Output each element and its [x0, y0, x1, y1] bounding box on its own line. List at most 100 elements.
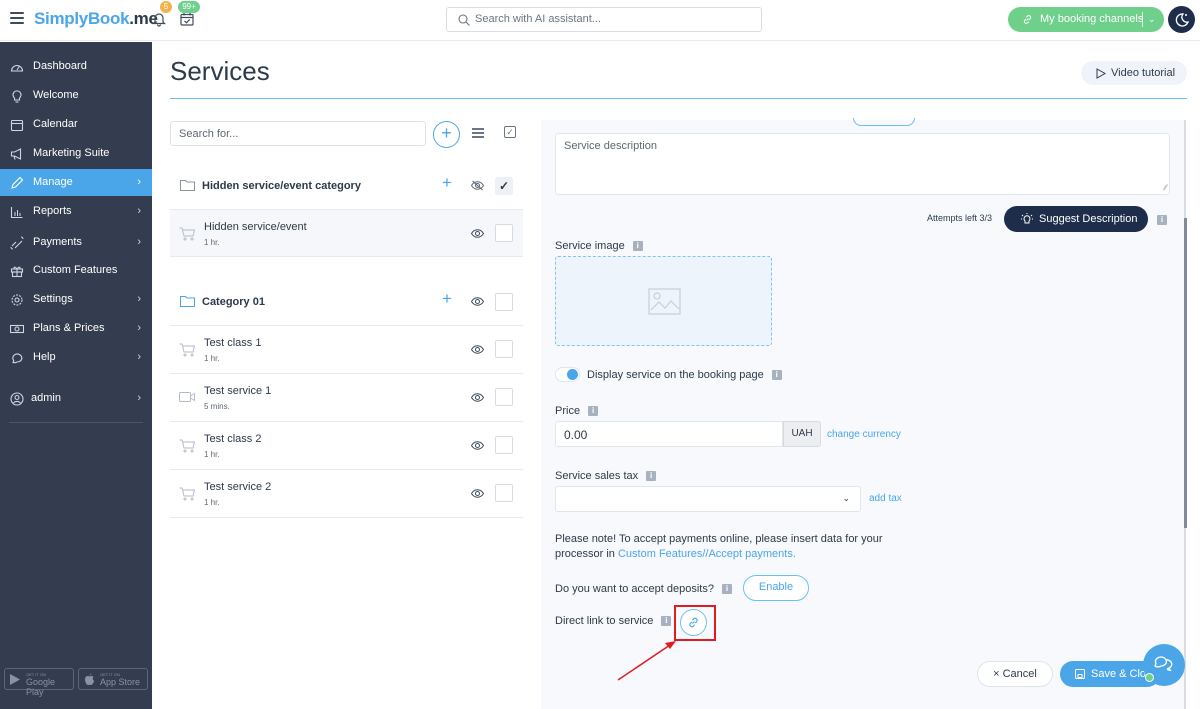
eye-icon[interactable]: [471, 297, 484, 306]
hamburger-menu-icon[interactable]: [10, 12, 24, 24]
dark-mode-toggle[interactable]: [1168, 6, 1195, 33]
live-chat-button[interactable]: [1143, 644, 1185, 686]
category-row[interactable]: Category 01 +: [170, 282, 523, 322]
attempts-left-text: Attempts left 3/3: [927, 213, 993, 223]
sidebar-item-manage[interactable]: Manage ›: [0, 169, 152, 196]
add-to-category-button[interactable]: +: [442, 173, 452, 193]
service-checkbox[interactable]: [495, 436, 513, 454]
sidebar-item-plans-prices[interactable]: Plans & Prices ›: [0, 315, 152, 342]
lightbulb-icon: [12, 90, 22, 103]
chevron-right-icon: ›: [137, 293, 141, 305]
sidebar-item-dashboard[interactable]: Dashboard: [0, 53, 152, 80]
eye-icon[interactable]: [471, 393, 484, 402]
service-row[interactable]: Test service 2 1 hr.: [170, 470, 523, 518]
info-icon[interactable]: i: [588, 406, 599, 417]
info-icon[interactable]: i: [646, 471, 657, 482]
sidebar-item-welcome[interactable]: Welcome: [0, 82, 152, 109]
lightbulb-icon: [1021, 213, 1033, 224]
sidebar-item-marketing-suite[interactable]: Marketing Suite: [0, 140, 152, 167]
accept-payments-link[interactable]: Custom Features//Accept payments.: [618, 548, 796, 560]
chevron-right-icon: ›: [137, 322, 141, 334]
pencil-icon: [11, 176, 24, 189]
service-image-dropzone[interactable]: [555, 256, 772, 346]
video-tutorial-button[interactable]: Video tutorial: [1081, 61, 1187, 85]
display-toggle-label: Display service on the booking page i: [587, 369, 782, 381]
calendar-icon: [10, 119, 24, 132]
service-image-label: Service image i: [555, 240, 643, 252]
service-checkbox[interactable]: [495, 388, 513, 406]
search-icon: [458, 14, 470, 26]
display-on-booking-page-toggle[interactable]: [555, 367, 580, 382]
category-row[interactable]: Hidden service/event category + ✓: [170, 166, 523, 206]
ai-search-input[interactable]: Search with AI assistant...: [446, 7, 762, 32]
eye-icon[interactable]: [471, 229, 484, 238]
service-row[interactable]: Test class 2 1 hr.: [170, 422, 523, 470]
close-icon: ×: [993, 668, 1003, 680]
play-icon: [10, 674, 20, 685]
bookings-badge: 99+: [178, 1, 200, 13]
sales-tax-label: Service sales tax i: [555, 470, 657, 482]
video-camera-icon: [179, 392, 195, 402]
gift-icon: [10, 266, 24, 278]
service-row[interactable]: Test class 1 1 hr.: [170, 326, 523, 374]
bell-icon[interactable]: [151, 11, 167, 27]
google-play-badge[interactable]: GET IT ON Google Play: [4, 668, 74, 697]
select-all-icon[interactable]: ✓: [504, 126, 516, 138]
collapsed-button-edge[interactable]: [853, 118, 915, 126]
info-icon[interactable]: i: [771, 370, 782, 381]
page-title: Services: [170, 56, 270, 86]
service-search-input[interactable]: Search for...: [170, 121, 426, 146]
sidebar-item-help[interactable]: Help ›: [0, 344, 152, 371]
scrollbar-thumb[interactable]: [1184, 218, 1187, 528]
cart-icon: [179, 439, 195, 453]
top-bar: SimplyBook.me 5 99+ Search with AI assis…: [0, 0, 1200, 41]
sidebar-item-calendar[interactable]: Calendar: [0, 111, 152, 138]
service-checkbox[interactable]: [495, 340, 513, 358]
add-service-button[interactable]: +: [433, 121, 460, 148]
enable-deposits-button[interactable]: Enable: [743, 575, 809, 601]
app-store-badge[interactable]: GET IT ON App Store: [78, 668, 148, 690]
service-checkbox[interactable]: [495, 484, 513, 502]
eye-icon[interactable]: [471, 345, 484, 354]
add-to-category-button[interactable]: +: [442, 289, 452, 309]
sidebar-item-reports[interactable]: Reports ›: [0, 198, 152, 225]
info-icon[interactable]: i: [1157, 215, 1167, 225]
service-description-textarea[interactable]: Service description ∕∕: [555, 133, 1170, 195]
eye-off-icon[interactable]: [471, 180, 484, 191]
payments-note: Please note! To accept payments online, …: [555, 533, 883, 560]
booking-channels-button[interactable]: My booking channels ⌄: [1008, 7, 1164, 32]
chevron-right-icon: ›: [137, 392, 141, 404]
list-view-icon[interactable]: [472, 128, 484, 138]
suggest-description-button[interactable]: Suggest Description: [1004, 206, 1148, 232]
add-tax-link[interactable]: add tax: [869, 493, 902, 504]
logo[interactable]: SimplyBook.me: [34, 9, 158, 29]
moon-icon: [1175, 13, 1190, 27]
service-row[interactable]: Test service 1 5 mins.: [170, 374, 523, 422]
bookings-calendar-icon[interactable]: [180, 12, 194, 26]
sidebar-item-payments[interactable]: Payments ›: [0, 229, 152, 256]
category-checkbox[interactable]: ✓: [495, 177, 513, 195]
folder-icon: [180, 296, 195, 307]
dashboard-icon: [10, 65, 24, 72]
service-checkbox[interactable]: [495, 224, 513, 242]
notifications-badge: 5: [160, 1, 172, 13]
category-checkbox[interactable]: [495, 293, 513, 311]
resize-handle-icon[interactable]: ∕∕: [1164, 183, 1167, 192]
info-icon[interactable]: i: [721, 584, 732, 595]
sidebar-item-settings[interactable]: Settings ›: [0, 286, 152, 313]
cancel-button[interactable]: × Cancel: [977, 661, 1053, 687]
sidebar-item-custom-features[interactable]: Custom Features: [0, 257, 152, 284]
chevron-down-icon[interactable]: ⌄: [1148, 7, 1156, 32]
service-row[interactable]: Hidden service/event 1 hr.: [170, 209, 523, 257]
change-currency-link[interactable]: change currency: [827, 429, 901, 440]
info-icon[interactable]: i: [632, 241, 643, 252]
sidebar-item-admin[interactable]: admin ›: [0, 385, 152, 412]
eye-icon[interactable]: [471, 489, 484, 498]
deposits-label: Do you want to accept deposits? i: [555, 583, 732, 595]
price-input[interactable]: 0.00: [555, 421, 783, 447]
chevron-down-icon: ⌄: [842, 493, 850, 503]
info-icon[interactable]: i: [661, 616, 672, 627]
save-icon: [1075, 669, 1085, 679]
eye-icon[interactable]: [471, 441, 484, 450]
sales-tax-select[interactable]: ⌄: [555, 486, 861, 512]
